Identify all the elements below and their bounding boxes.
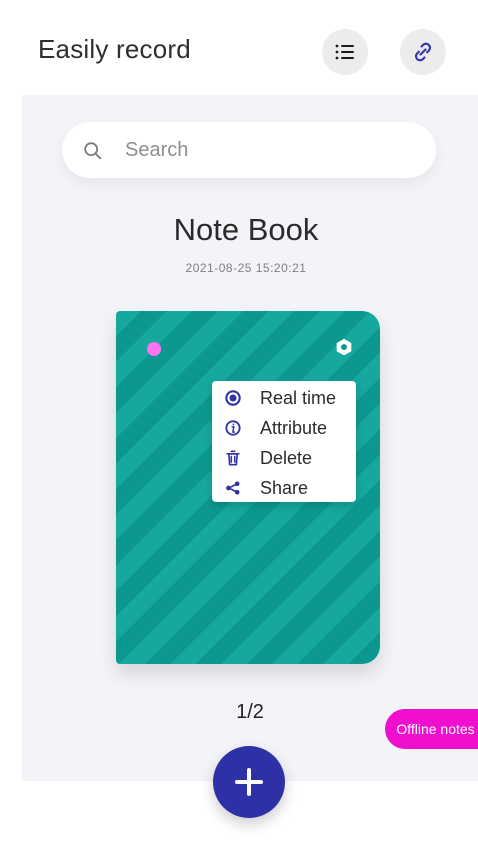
notebook-card[interactable]: Real time Attribute Delete Share bbox=[116, 311, 380, 664]
offline-notes-button[interactable]: Offline notes bbox=[385, 709, 478, 749]
notebook-indicator bbox=[147, 342, 161, 356]
menu-item-attribute[interactable]: Attribute bbox=[212, 413, 356, 443]
app-title: Easily record bbox=[38, 34, 191, 64]
app-screen: Easily record Search Note Book 2021-08-2… bbox=[0, 0, 478, 856]
plus-icon bbox=[235, 768, 263, 796]
link-icon bbox=[414, 42, 432, 62]
menu-button[interactable] bbox=[322, 29, 368, 75]
info-icon bbox=[223, 418, 243, 438]
menu-item-real-time[interactable]: Real time bbox=[212, 383, 356, 413]
hexagon-settings-icon-svg bbox=[336, 338, 352, 356]
list-icon bbox=[335, 44, 354, 60]
menu-item-label: Attribute bbox=[260, 418, 328, 438]
search-bar[interactable]: Search bbox=[62, 122, 436, 178]
share-icon bbox=[223, 478, 243, 498]
notebook-context-menu: Real time Attribute Delete Share bbox=[212, 381, 356, 502]
menu-item-delete[interactable]: Delete bbox=[212, 443, 356, 473]
app-header: Easily record bbox=[22, 0, 478, 95]
add-note-button[interactable] bbox=[213, 746, 285, 818]
menu-item-label: Real time bbox=[260, 388, 337, 408]
trash-icon bbox=[223, 448, 243, 468]
menu-item-label: Delete bbox=[260, 448, 313, 468]
menu-item-share[interactable]: Share bbox=[212, 473, 356, 503]
hexagon-settings-icon[interactable] bbox=[333, 337, 355, 359]
search-placeholder: Search bbox=[125, 139, 189, 161]
left-edge bbox=[0, 0, 22, 856]
link-button[interactable] bbox=[400, 29, 446, 75]
notes-area: Search Note Book 2021-08-25 15:20:21 Rea… bbox=[22, 95, 478, 781]
notebook-title: Note Book bbox=[173, 212, 319, 247]
notebook-timestamp: 2021-08-25 15:20:21 bbox=[185, 261, 307, 275]
menu-item-label: Share bbox=[260, 478, 309, 498]
search-icon bbox=[84, 142, 102, 160]
radio-icon bbox=[223, 388, 243, 408]
